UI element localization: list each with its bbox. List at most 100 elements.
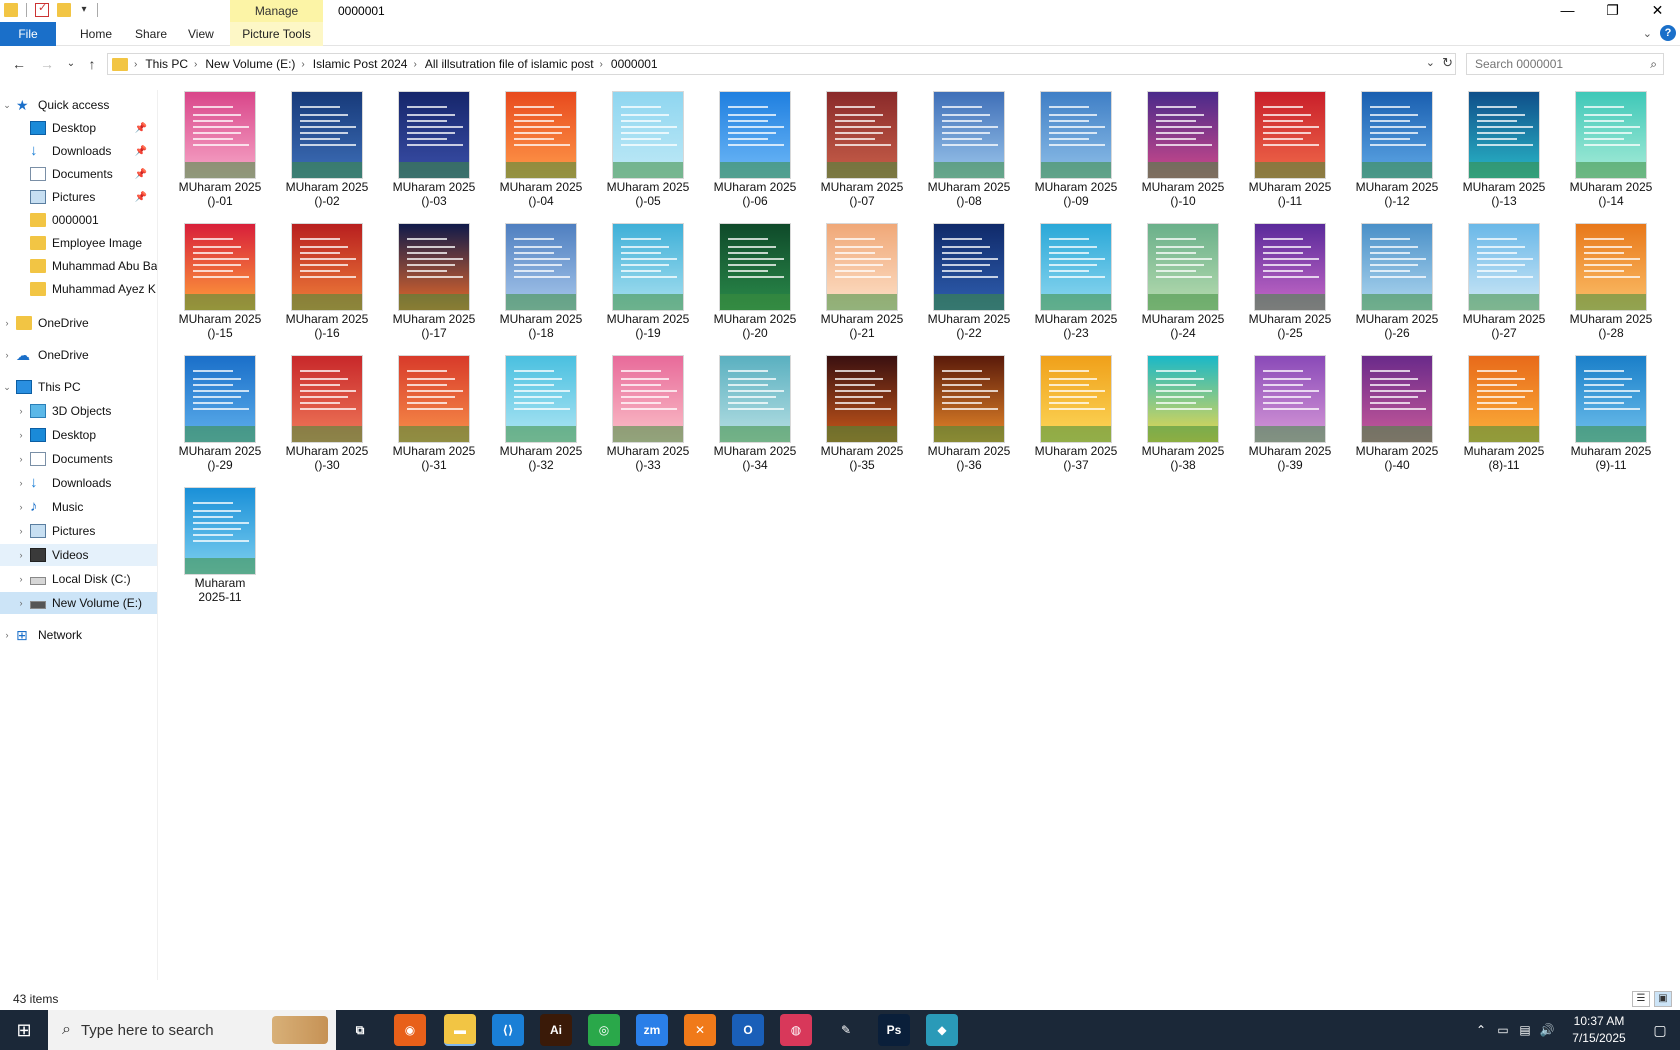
properties-check-icon[interactable] — [35, 1, 49, 17]
search-highlight-image[interactable] — [272, 1016, 328, 1044]
file-item[interactable]: MUharam 2025 ()-23 — [1028, 218, 1124, 344]
breadcrumb-chevron-icon[interactable]: › — [194, 59, 197, 70]
breadcrumb-illustration-folder[interactable]: All illsutration file of islamic post — [425, 57, 594, 71]
close-button[interactable]: ✕ — [1635, 0, 1680, 22]
taskbar-chrome-icon[interactable]: ◎ — [588, 1014, 620, 1046]
taskbar-taskview-icon[interactable]: ⧉ — [344, 1014, 376, 1046]
details-view-icon[interactable]: ☰ — [1632, 991, 1650, 1007]
file-item[interactable]: MUharam 2025 ()-10 — [1135, 86, 1231, 212]
breadcrumb-new-volume[interactable]: New Volume (E:) — [205, 57, 295, 71]
expand-chevron-icon[interactable]: › — [0, 630, 14, 640]
file-item[interactable]: MUharam 2025 ()-06 — [707, 86, 803, 212]
network-status-icon[interactable]: ▤ — [1514, 1023, 1536, 1037]
file-item[interactable]: Muharam 2025 (9)-11 — [1563, 350, 1659, 476]
file-item[interactable]: MUharam 2025 ()-07 — [814, 86, 910, 212]
expand-chevron-icon[interactable]: › — [14, 526, 28, 536]
sidebar-item-this-pc[interactable]: ⌄ This PC — [0, 376, 157, 398]
search-icon[interactable]: ⌕ — [1650, 57, 1657, 72]
expand-chevron-icon[interactable]: › — [14, 478, 28, 488]
taskbar-outlook-icon[interactable]: O — [732, 1014, 764, 1046]
sidebar-item-desktop[interactable]: Desktop 📌 — [0, 117, 157, 139]
expand-chevron-icon[interactable]: › — [14, 454, 28, 464]
file-item[interactable]: MUharam 2025 ()-30 — [279, 350, 375, 476]
clock[interactable]: 10:37 AM 7/15/2025 — [1558, 1013, 1640, 1047]
file-item[interactable]: MUharam 2025 ()-35 — [814, 350, 910, 476]
taskbar-xampp-icon[interactable]: ✕ — [684, 1014, 716, 1046]
file-item[interactable]: MUharam 2025 ()-04 — [493, 86, 589, 212]
taskbar-firefox-icon[interactable]: ◉ — [394, 1014, 426, 1046]
file-item[interactable]: MUharam 2025 ()-05 — [600, 86, 696, 212]
file-item[interactable]: MUharam 2025 ()-16 — [279, 218, 375, 344]
tab-file[interactable]: File — [0, 22, 56, 46]
new-folder-icon[interactable] — [57, 3, 71, 17]
file-item[interactable]: MUharam 2025 ()-29 — [172, 350, 268, 476]
file-item[interactable]: MUharam 2025 ()-09 — [1028, 86, 1124, 212]
taskbar-vscode-icon[interactable]: ⟨⟩ — [492, 1014, 524, 1046]
sidebar-item-3d-objects[interactable]: › 3D Objects — [0, 400, 157, 422]
tab-view[interactable]: View — [176, 22, 226, 46]
taskbar-app-diamond-icon[interactable]: ◆ — [926, 1014, 958, 1046]
breadcrumb-current-folder[interactable]: 0000001 — [611, 57, 658, 71]
file-item[interactable]: MUharam 2025 ()-27 — [1456, 218, 1552, 344]
breadcrumb-chevron-icon[interactable]: › — [600, 59, 603, 70]
file-item[interactable]: MUharam 2025 ()-37 — [1028, 350, 1124, 476]
help-icon[interactable]: ? — [1660, 25, 1676, 41]
file-item[interactable]: MUharam 2025 ()-31 — [386, 350, 482, 476]
breadcrumb-chevron-icon[interactable]: › — [301, 59, 304, 70]
file-item[interactable]: MUharam 2025 ()-24 — [1135, 218, 1231, 344]
address-bar[interactable]: › This PC › New Volume (E:) › Islamic Po… — [107, 53, 1456, 75]
maximize-button[interactable]: ❐ — [1590, 0, 1635, 22]
taskbar-search[interactable]: ⌕ Type here to search — [48, 1010, 336, 1050]
file-item[interactable]: MUharam 2025 ()-19 — [600, 218, 696, 344]
sidebar-item-pictures[interactable]: Pictures 📌 — [0, 186, 157, 208]
breadcrumb-this-pc[interactable]: This PC — [145, 57, 188, 71]
up-arrow-icon[interactable]: ↑ — [82, 54, 102, 74]
expand-chevron-icon[interactable]: › — [14, 598, 28, 608]
sidebar-item-muhammad-abu[interactable]: Muhammad Abu Ba — [0, 255, 157, 277]
file-item[interactable]: MUharam 2025 ()-18 — [493, 218, 589, 344]
sidebar-item-pc-desktop[interactable]: › Desktop — [0, 424, 157, 446]
expand-ribbon-chevron-icon[interactable]: ⌄ — [1643, 27, 1652, 40]
sidebar-item-muhammad-ayez[interactable]: Muhammad Ayez K — [0, 278, 157, 300]
collapse-chevron-icon[interactable]: ⌄ — [0, 382, 14, 393]
taskbar-explorer-icon[interactable]: ▬ — [444, 1014, 476, 1046]
expand-chevron-icon[interactable]: › — [0, 318, 14, 328]
file-item[interactable]: MUharam 2025 ()-14 — [1563, 86, 1659, 212]
file-item[interactable]: MUharam 2025 ()-17 — [386, 218, 482, 344]
folder-icon[interactable] — [4, 3, 18, 17]
device-icon[interactable]: ▭ — [1492, 1023, 1514, 1037]
customize-toolbar-chevron-icon[interactable]: ▾ — [79, 3, 89, 17]
sidebar-item-new-volume[interactable]: › New Volume (E:) — [0, 592, 157, 614]
search-input[interactable] — [1475, 54, 1635, 74]
taskbar-illustrator-icon[interactable]: Ai — [540, 1014, 572, 1046]
file-item[interactable]: MUharam 2025 ()-25 — [1242, 218, 1338, 344]
show-hidden-icons-chevron-icon[interactable]: ⌃ — [1470, 1023, 1492, 1037]
file-item[interactable]: Muharam 2025 (8)-11 — [1456, 350, 1552, 476]
file-item[interactable]: MUharam 2025 ()-15 — [172, 218, 268, 344]
sidebar-item-pc-pictures[interactable]: › Pictures — [0, 520, 157, 542]
taskbar-zoom-icon[interactable]: zm — [636, 1014, 668, 1046]
file-item[interactable]: MUharam 2025 ()-02 — [279, 86, 375, 212]
file-item[interactable]: MUharam 2025 ()-20 — [707, 218, 803, 344]
expand-chevron-icon[interactable]: › — [14, 502, 28, 512]
breadcrumb-chevron-icon[interactable]: › — [413, 59, 416, 70]
file-item[interactable]: MUharam 2025 ()-21 — [814, 218, 910, 344]
file-item[interactable]: MUharam 2025 ()-01 — [172, 86, 268, 212]
expand-chevron-icon[interactable]: › — [14, 550, 28, 560]
breadcrumb-islamic-post[interactable]: Islamic Post 2024 — [313, 57, 408, 71]
sidebar-item-downloads[interactable]: ↓ Downloads 📌 — [0, 140, 157, 162]
sidebar-item-documents[interactable]: Documents 📌 — [0, 163, 157, 185]
file-item[interactable]: MUharam 2025 ()-11 — [1242, 86, 1338, 212]
sidebar-item-music[interactable]: › ♪ Music — [0, 496, 157, 518]
sidebar-item-pc-downloads[interactable]: › ↓ Downloads — [0, 472, 157, 494]
file-item[interactable]: MUharam 2025 ()-13 — [1456, 86, 1552, 212]
back-arrow-icon[interactable]: ← — [9, 54, 29, 74]
large-icons-view-icon[interactable]: ▣ — [1654, 991, 1672, 1007]
taskbar-photoshop-icon[interactable]: Ps — [878, 1014, 910, 1046]
sidebar-item-onedrive[interactable]: › ☁ OneDrive — [0, 344, 157, 366]
file-item[interactable]: MUharam 2025 ()-28 — [1563, 218, 1659, 344]
collapse-chevron-icon[interactable]: ⌄ — [0, 100, 14, 111]
recent-locations-chevron-icon[interactable]: ⌄ — [61, 54, 81, 74]
sidebar-item-videos[interactable]: › Videos — [0, 544, 157, 566]
tab-picture-tools[interactable]: Picture Tools — [230, 22, 323, 46]
